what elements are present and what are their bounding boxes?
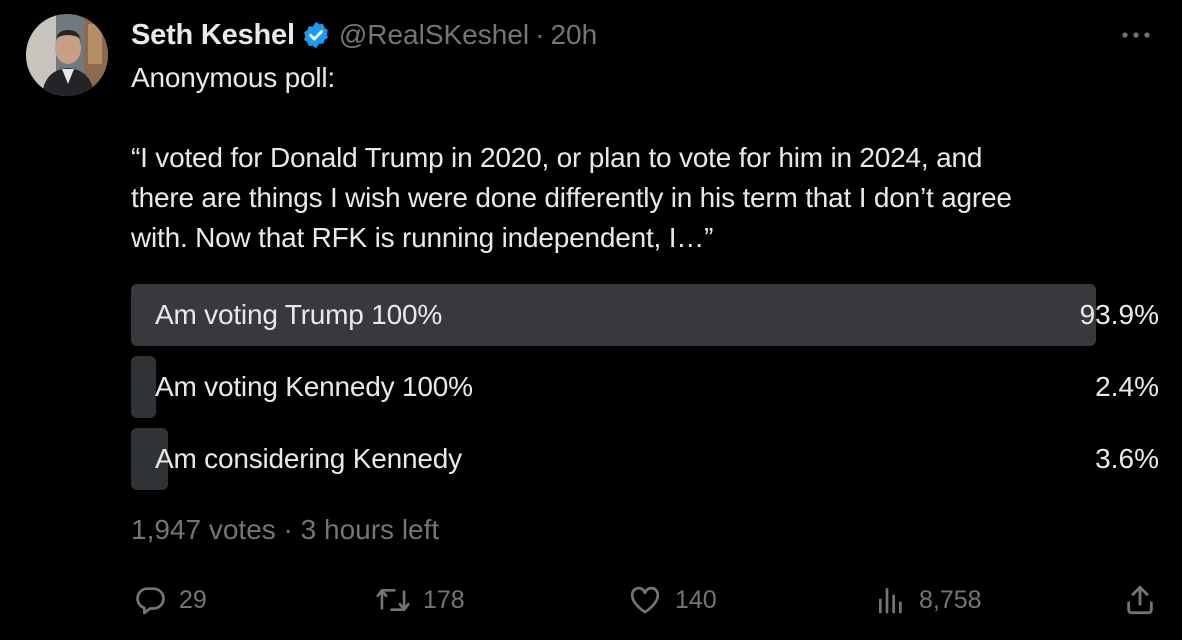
tweet-line: Anonymous poll: bbox=[131, 62, 336, 93]
poll-meta: 1,947 votes · 3 hours left bbox=[131, 514, 440, 545]
reply-icon bbox=[133, 583, 167, 617]
poll: Am voting Trump 100% 93.9% Am voting Ken… bbox=[131, 284, 1159, 500]
avatar[interactable] bbox=[26, 14, 108, 96]
action-bar: 29 178 140 8,758 bbox=[131, 580, 1159, 620]
tweet-line: there are things I wish were done differ… bbox=[131, 182, 1012, 213]
poll-option-label: Am voting Trump 100% bbox=[155, 299, 443, 330]
tweet-line: “I voted for Donald Trump in 2020, or pl… bbox=[131, 142, 983, 173]
tweet-text: Anonymous poll: “I voted for Donald Trum… bbox=[131, 58, 1141, 258]
tweet-time[interactable]: 20h bbox=[550, 19, 597, 51]
like-button[interactable]: 140 bbox=[627, 580, 717, 620]
poll-option: Am considering Kennedy 3.6% bbox=[131, 428, 1159, 490]
views-button[interactable]: 8,758 bbox=[875, 580, 982, 620]
more-icon[interactable] bbox=[1116, 20, 1156, 50]
reply-count: 29 bbox=[179, 585, 207, 614]
tweet-header: Seth Keshel @RealSKeshel · 20h bbox=[131, 14, 597, 56]
repost-count: 178 bbox=[423, 585, 465, 614]
repost-button[interactable]: 178 bbox=[375, 580, 465, 620]
verified-badge-icon bbox=[301, 20, 331, 50]
reply-button[interactable]: 29 bbox=[133, 580, 207, 620]
view-count: 8,758 bbox=[919, 585, 982, 614]
poll-result-bar bbox=[131, 356, 156, 418]
author-handle[interactable]: @RealSKeshel bbox=[339, 19, 529, 51]
poll-option: Am voting Kennedy 100% 2.4% bbox=[131, 356, 1159, 418]
avatar-image bbox=[26, 14, 108, 96]
tweet-line: with. Now that RFK is running independen… bbox=[131, 222, 714, 253]
views-icon bbox=[875, 584, 907, 616]
poll-option: Am voting Trump 100% 93.9% bbox=[131, 284, 1159, 346]
repost-icon bbox=[375, 583, 411, 617]
share-button[interactable] bbox=[1123, 580, 1157, 620]
poll-option-percent: 3.6% bbox=[1095, 443, 1159, 474]
like-icon bbox=[627, 583, 663, 617]
header-separator: · bbox=[535, 19, 545, 50]
poll-option-label: Am considering Kennedy bbox=[155, 443, 462, 474]
poll-option-label: Am voting Kennedy 100% bbox=[155, 371, 473, 402]
share-icon bbox=[1123, 583, 1157, 617]
author-name[interactable]: Seth Keshel bbox=[131, 19, 295, 52]
poll-option-percent: 2.4% bbox=[1095, 371, 1159, 402]
like-count: 140 bbox=[675, 585, 717, 614]
poll-option-percent: 93.9% bbox=[1079, 299, 1159, 330]
